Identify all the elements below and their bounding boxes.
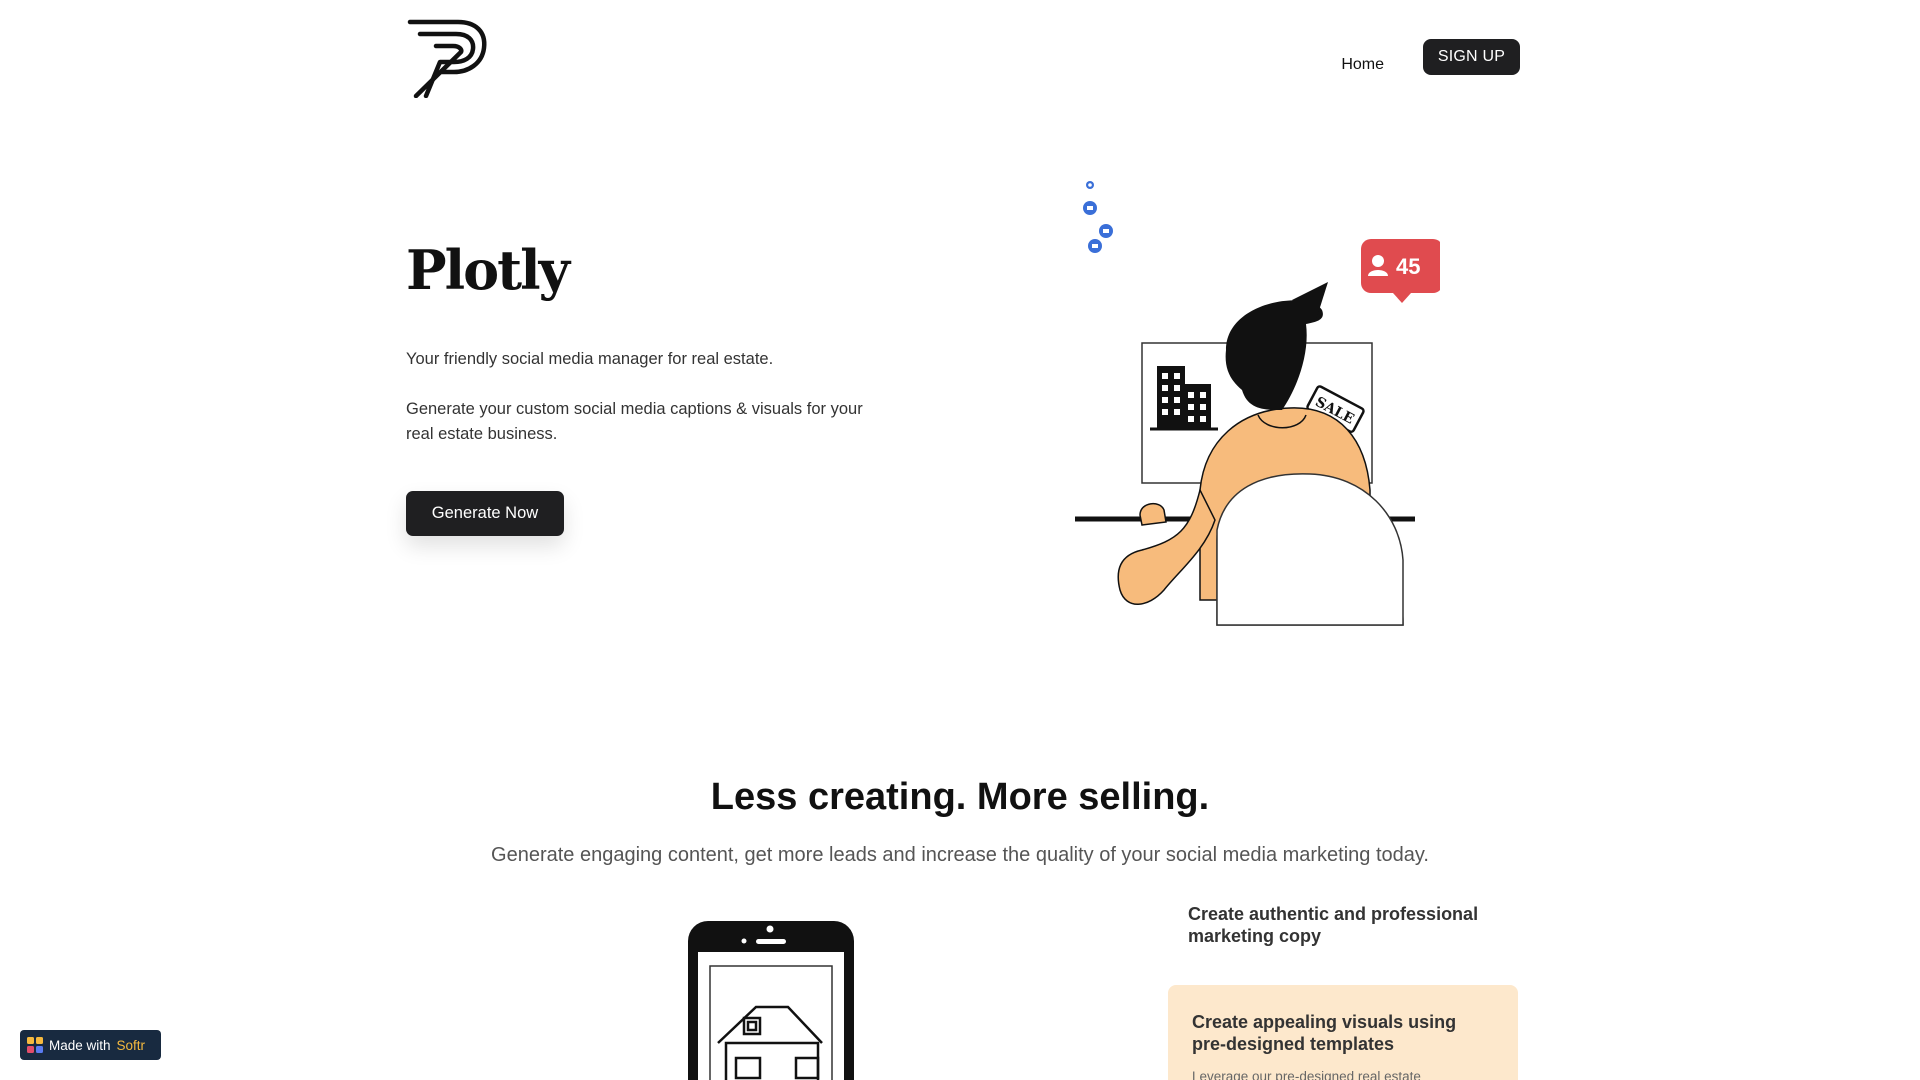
section-subtitle: Generate engaging content, get more lead… bbox=[491, 844, 1429, 866]
section-title: Less creating. More selling. bbox=[710, 776, 1210, 818]
made-with-softr-badge[interactable]: Made with Softr bbox=[20, 1030, 161, 1060]
softr-logo-icon bbox=[27, 1037, 43, 1053]
notification-count: 45 bbox=[1396, 254, 1420, 279]
badge-brand: Softr bbox=[116, 1037, 146, 1053]
nav-home-link[interactable]: Home bbox=[1341, 56, 1384, 74]
feature-card-title: Create appealing visuals using pre-desig… bbox=[1192, 1012, 1457, 1054]
hero-tagline: Your friendly social media manager for r… bbox=[406, 350, 774, 368]
hero-description: Generate your custom social media captio… bbox=[406, 400, 863, 443]
hero-illustration: 45 SALE bbox=[1075, 181, 1440, 626]
signup-button[interactable]: SIGN UP bbox=[1423, 39, 1520, 75]
badge-prefix: Made with bbox=[49, 1037, 111, 1053]
like-icons bbox=[1083, 181, 1113, 253]
hero-title: Plotly bbox=[406, 238, 570, 302]
feature-card-visuals[interactable]: Create appealing visuals using pre-desig… bbox=[1168, 985, 1518, 1080]
feature-card-description: Leverage our pre-designed real estate bbox=[1192, 1069, 1421, 1080]
site-header: Home SIGN UP bbox=[406, 16, 1520, 100]
phone-house-illustration bbox=[688, 921, 854, 1080]
notification-bubble: 45 bbox=[1361, 239, 1440, 303]
page: Home SIGN UP Plotly Your friendly social… bbox=[0, 0, 1920, 1080]
feature-marketing-copy[interactable]: Create authentic and professional market… bbox=[1188, 903, 1498, 947]
generate-now-button[interactable]: Generate Now bbox=[406, 491, 564, 536]
logo-icon[interactable] bbox=[406, 16, 488, 98]
